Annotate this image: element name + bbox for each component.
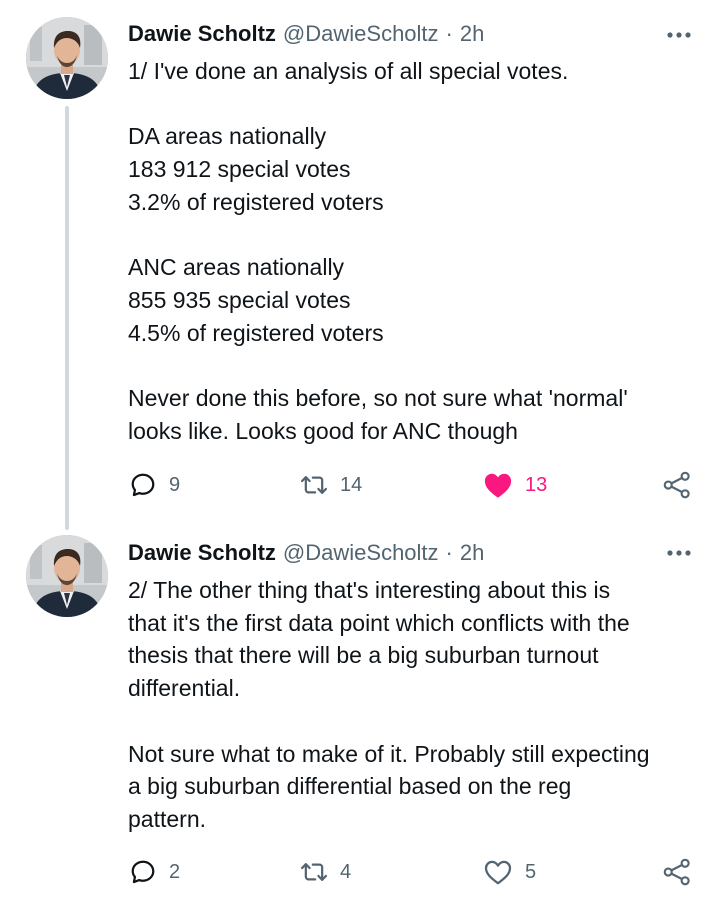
thread-connector-line: [65, 106, 69, 530]
tweet-text: 1/ I've done an analysis of all special …: [128, 55, 698, 447]
tweet-line: thesis that there will be a big suburban…: [128, 642, 599, 669]
header-separator: ·: [445, 21, 453, 46]
more-horizontal-icon[interactable]: [664, 538, 694, 568]
author-handle[interactable]: @DawieScholtz: [283, 540, 439, 566]
retweet-button[interactable]: 14: [300, 470, 362, 500]
reply-button[interactable]: 9: [129, 470, 180, 500]
like-count: 13: [525, 473, 548, 496]
tweet-header: Dawie Scholtz @DawieScholtz · 2h: [128, 536, 484, 570]
avatar[interactable]: [26, 17, 108, 99]
tweet-line: that it's the first data point which con…: [128, 609, 630, 636]
tweet-line: a big suburban differential based on the…: [128, 773, 572, 800]
tweet-line: 4.5% of registered voters: [128, 319, 384, 346]
tweet-line: ANC areas nationally: [128, 254, 345, 281]
author-handle[interactable]: @DawieScholtz: [283, 21, 439, 47]
tweet-timestamp[interactable]: 2h: [460, 21, 484, 47]
reply-count: 9: [169, 473, 181, 496]
retweet-icon: [300, 476, 328, 494]
tweet[interactable]: Dawie Scholtz @DawieScholtz · 2h 1/ I've…: [0, 0, 720, 530]
header-separator: ·: [445, 540, 453, 565]
share-button[interactable]: [662, 470, 692, 500]
author-name[interactable]: Dawie Scholtz: [128, 21, 276, 47]
avatar[interactable]: [26, 535, 108, 617]
more-horizontal-icon[interactable]: [664, 20, 694, 50]
heart-filled-icon: [484, 473, 512, 498]
tweet-line: Not sure what to make of it. Probably st…: [128, 740, 650, 767]
retweet-count: 4: [340, 860, 352, 883]
retweet-count: 14: [340, 473, 363, 496]
reply-count: 2: [169, 860, 181, 883]
tweet[interactable]: Dawie Scholtz @DawieScholtz · 2h 2/ The …: [0, 530, 720, 901]
tweet-actions: 2 4 5: [0, 857, 720, 887]
like-button[interactable]: 5: [483, 857, 536, 887]
share-button[interactable]: [662, 857, 692, 887]
tweet-line: 1/ I've done an analysis of all special …: [128, 58, 569, 84]
tweet-line: looks like. Looks good for ANC though: [128, 417, 518, 444]
tweet-header: Dawie Scholtz @DawieScholtz · 2h: [128, 17, 484, 51]
tweet-line: 855 935 special votes: [128, 286, 351, 313]
tweet-line: DA areas nationally: [128, 123, 327, 150]
tweet-line: 2/ The other thing that's interesting ab…: [128, 577, 611, 603]
tweet-actions: 9 14 13: [0, 470, 720, 500]
tweet-line: 3.2% of registered voters: [128, 188, 384, 215]
heart-outline-icon: [484, 860, 512, 885]
retweet-icon: [300, 863, 328, 881]
like-button[interactable]: 13: [483, 470, 547, 500]
tweet-line: 183 912 special votes: [128, 156, 351, 183]
tweet-line: differential.: [128, 675, 241, 702]
reply-button[interactable]: 2: [129, 857, 180, 887]
share-icon: [663, 471, 690, 499]
tweet-line: pattern.: [128, 805, 206, 832]
reply-icon: [131, 473, 155, 497]
author-name[interactable]: Dawie Scholtz: [128, 540, 276, 566]
reply-icon: [131, 860, 155, 884]
tweet-line: Never done this before, so not sure what…: [128, 384, 628, 411]
tweet-timestamp[interactable]: 2h: [460, 540, 484, 566]
tweet-text: 2/ The other thing that's interesting ab…: [128, 574, 698, 836]
retweet-button[interactable]: 4: [300, 857, 351, 887]
share-icon: [663, 858, 690, 886]
like-count: 5: [525, 860, 537, 883]
